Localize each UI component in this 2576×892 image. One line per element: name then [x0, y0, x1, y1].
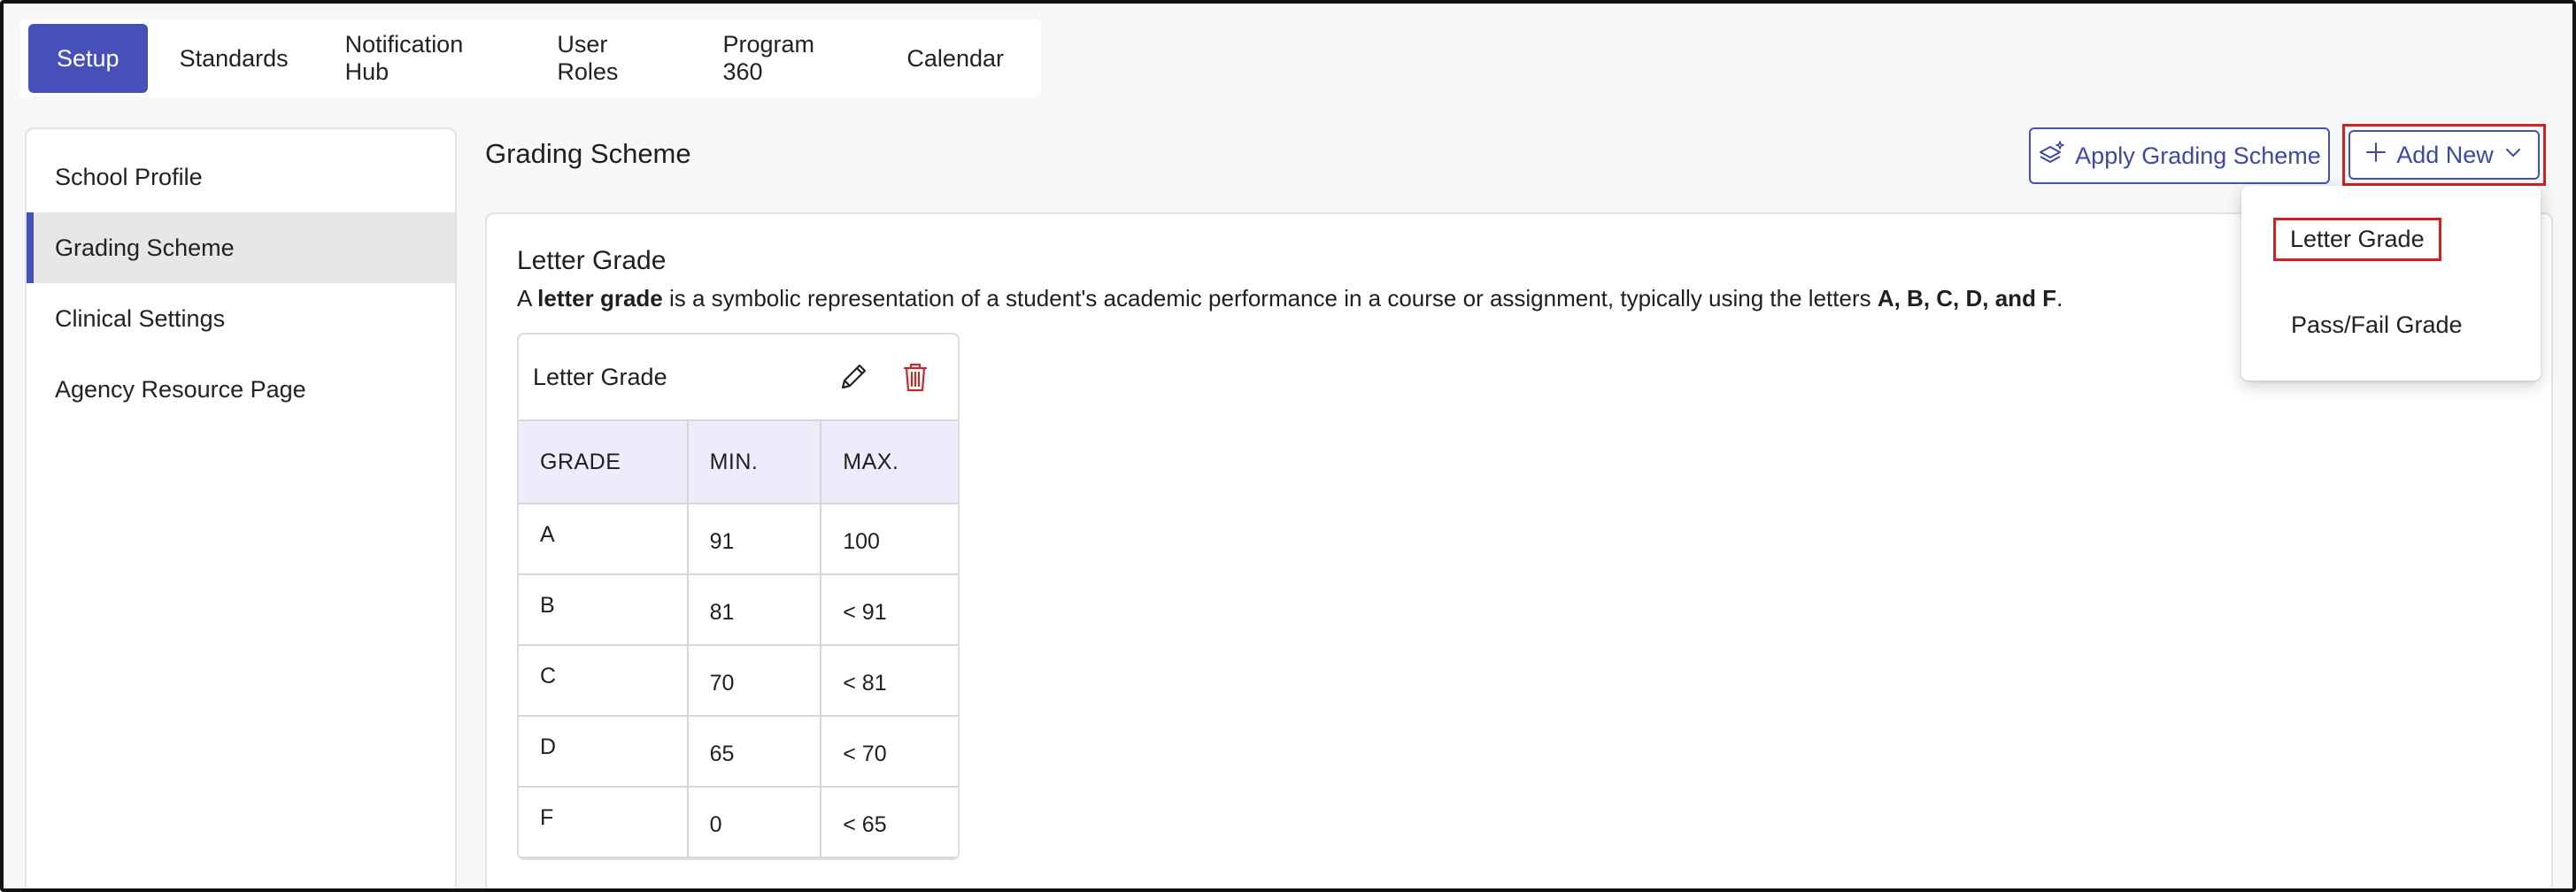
layers-sparkle-icon: [2038, 139, 2066, 173]
card-description: A letter grade is a symbolic representat…: [517, 285, 2063, 312]
cell-max: < 65: [820, 786, 958, 858]
cell-min: 0: [686, 786, 822, 858]
column-header-grade: GRADE: [519, 419, 689, 504]
cell-grade: F: [519, 786, 689, 858]
tab-setup[interactable]: Setup: [28, 24, 148, 93]
desc-part: .: [2056, 285, 2063, 311]
column-header-min: MIN.: [686, 419, 822, 504]
menu-item-letter-grade[interactable]: Letter Grade: [2273, 218, 2441, 261]
grade-table: GRADE MIN. MAX. A 91 100 B 81 < 91 C 70 …: [519, 419, 958, 858]
cell-max: < 81: [820, 644, 958, 717]
table-row: A 91 100: [519, 503, 958, 575]
tab-user-roles[interactable]: User Roles: [528, 24, 694, 93]
add-new-label: Add New: [2396, 141, 2494, 168]
grade-table-title: Letter Grade: [533, 363, 667, 390]
add-new-button[interactable]: Add New: [2348, 130, 2540, 180]
cell-min: 91: [686, 503, 822, 575]
cell-grade: D: [519, 715, 689, 788]
cell-max: 100: [820, 503, 958, 575]
trash-icon[interactable]: [896, 358, 935, 396]
column-header-max: MAX.: [820, 419, 958, 504]
chevron-down-icon: [2503, 142, 2524, 169]
cell-min: 81: [686, 573, 822, 646]
cell-max: < 91: [820, 573, 958, 646]
table-row: C 70 < 81: [519, 644, 958, 717]
sidebar-item-school-profile[interactable]: School Profile: [27, 142, 455, 212]
cell-max: < 70: [820, 715, 958, 788]
desc-bold-term: letter grade: [537, 285, 663, 311]
top-nav: Setup Standards Notification Hub User Ro…: [19, 19, 1041, 97]
desc-part: is a symbolic representation of a studen…: [662, 285, 1878, 311]
sidebar-item-clinical-settings[interactable]: Clinical Settings: [27, 283, 455, 354]
cell-grade: B: [519, 573, 689, 646]
card-title: Letter Grade: [517, 246, 667, 275]
sidebar-item-grading-scheme[interactable]: Grading Scheme: [27, 212, 455, 283]
add-new-dropdown-menu: Letter Grade Pass/Fail Grade: [2241, 186, 2541, 381]
tab-program-360[interactable]: Program 360: [695, 24, 879, 93]
plus-icon: [2364, 141, 2387, 170]
grade-table-box: Letter Grade GRADE MIN. MAX. A 91 100 B …: [517, 333, 960, 860]
sidebar-item-agency-resource-page[interactable]: Agency Resource Page: [27, 354, 455, 425]
sidebar: School Profile Grading Scheme Clinical S…: [25, 127, 457, 892]
cell-grade: A: [519, 503, 689, 575]
table-row: B 81 < 91: [519, 573, 958, 646]
tab-standards[interactable]: Standards: [151, 24, 317, 93]
pencil-icon[interactable]: [834, 358, 873, 396]
add-new-highlight: Add New: [2342, 124, 2546, 186]
table-row: F 0 < 65: [519, 786, 958, 858]
apply-grading-scheme-label: Apply Grading Scheme: [2075, 142, 2321, 169]
tab-notification-hub[interactable]: Notification Hub: [317, 24, 529, 93]
cell-grade: C: [519, 644, 689, 717]
cell-min: 65: [686, 715, 822, 788]
apply-grading-scheme-button[interactable]: Apply Grading Scheme: [2029, 127, 2330, 184]
desc-part: A: [517, 285, 538, 311]
table-row: D 65 < 70: [519, 715, 958, 788]
tab-calendar[interactable]: Calendar: [878, 24, 1032, 93]
menu-item-pass-fail-grade[interactable]: Pass/Fail Grade: [2291, 311, 2463, 339]
grade-table-header: Letter Grade: [519, 334, 958, 419]
cell-min: 70: [686, 644, 822, 717]
grade-table-header-row: GRADE MIN. MAX.: [519, 419, 958, 504]
desc-bold-letters: A, B, C, D, and F: [1877, 285, 2057, 311]
page-title: Grading Scheme: [485, 138, 691, 169]
